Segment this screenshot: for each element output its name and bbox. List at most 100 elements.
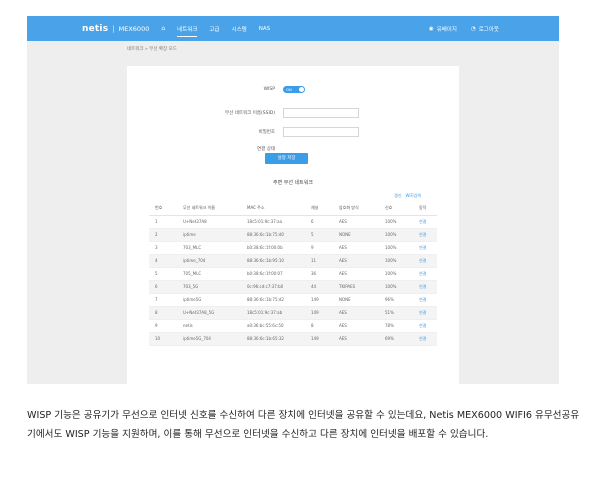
wisp-row: WISP ON [217, 86, 305, 93]
row-mac: 88:36:6c:1b:75:d0 [241, 228, 305, 242]
row-number: 2 [149, 228, 177, 242]
row-ssid: 703_MLC [177, 241, 241, 255]
row-ssid: 705_MLC [177, 267, 241, 281]
row-channel: 149 [305, 306, 333, 320]
connect-link[interactable]: 연결 [413, 280, 437, 294]
home-icon[interactable]: ⌂ [161, 25, 165, 32]
col-channel: 채널 [305, 202, 333, 216]
table-row: 6 703_5G 0c:96:cd:c7:37:b0 44 TKIPAES 100% 연결 [149, 280, 437, 294]
table-row: 3 703_MLC b0:38:6c:1f:00:0b 9 AES 100% 연결 [149, 241, 437, 255]
row-ssid: iptime [177, 228, 241, 242]
logo-separator: | [112, 24, 115, 33]
status-row: 연결 상태 [217, 146, 283, 152]
row-channel: 36 [305, 267, 333, 281]
row-mac: b0:38:6c:1f:00:0b [241, 241, 305, 255]
row-encryption: AES [333, 215, 379, 229]
col-mac: MAC 주소 [241, 202, 305, 216]
row-mac: 88:36:6c:1b:75:d2 [241, 293, 305, 307]
table-row: 7 iptime5G 88:36:6c:1b:75:d2 149 NONE 96% 연결 [149, 293, 437, 307]
user-menu[interactable]: ◉ 유배이지 [429, 25, 457, 33]
password-input[interactable] [283, 127, 359, 137]
row-mac: b0:38:6c:1f:00:07 [241, 267, 305, 281]
table-row: 8 U+Net37A8_5G 18c5:01:9c:37:ab 149 AES 51% 연결 [149, 306, 437, 320]
ssid-label: 무선 네트워크 이름(SSID) [225, 111, 275, 116]
scan-actions: 갱신 WiFi검색 [394, 193, 421, 199]
connect-link[interactable]: 연결 [413, 241, 437, 255]
row-number: 3 [149, 241, 177, 255]
connect-link[interactable]: 연결 [413, 306, 437, 320]
row-signal: 96% [379, 293, 413, 307]
connect-link[interactable]: 연결 [413, 319, 437, 333]
row-signal: 100% [379, 228, 413, 242]
row-signal: 100% [379, 254, 413, 268]
password-row: 비밀번호 [217, 127, 359, 137]
nav-system[interactable]: 시스템 [232, 25, 247, 33]
col-number: 번호 [149, 202, 177, 216]
col-encryption: 암호화 방식 [333, 202, 379, 216]
ssid-row: 무선 네트워크 이름(SSID) [217, 108, 359, 118]
ssid-input[interactable] [283, 108, 359, 118]
row-channel: 5 [305, 228, 333, 242]
row-encryption: AES [333, 332, 379, 346]
account-nav: ◉ 유배이지 ◔ 로그아웃 [429, 25, 499, 33]
row-encryption: AES [333, 267, 379, 281]
row-mac: 0c:96:cd:c7:37:b0 [241, 280, 305, 294]
row-mac: 18c5:01:9c:37:ab [241, 306, 305, 320]
row-encryption: AES [333, 254, 379, 268]
router-admin-screenshot: netis | MEX6000 ⌂ 네트워크 고급 시스템 NAS ◉ 유배이지… [27, 16, 559, 384]
table-row: 2 iptime 88:36:6c:1b:75:d0 5 NONE 100% 연결 [149, 228, 437, 242]
wisp-toggle-text: ON [286, 87, 292, 92]
row-number: 5 [149, 267, 177, 281]
col-action: 동작 [413, 202, 437, 216]
row-ssid: U+Net37A8_5G [177, 306, 241, 320]
row-number: 10 [149, 332, 177, 346]
connect-link[interactable]: 연결 [413, 293, 437, 307]
row-channel: 44 [305, 280, 333, 294]
row-encryption: AES [333, 241, 379, 255]
row-ssid: iptime5G_704 [177, 332, 241, 346]
connect-link[interactable]: 연결 [413, 332, 437, 346]
user-label: 유배이지 [436, 26, 457, 33]
table-row: 4 iptime_704 88:36:6c:1b:95:10 11 AES 100% 연결 [149, 254, 437, 268]
user-icon: ◉ [428, 25, 434, 32]
refresh-link[interactable]: 갱신 [394, 193, 401, 199]
row-channel: 6 [305, 215, 333, 229]
row-signal: 100% [379, 215, 413, 229]
row-number: 8 [149, 306, 177, 320]
logout-label: 로그아웃 [478, 26, 499, 33]
col-ssid: 무선 네트워크 이름 [177, 202, 241, 216]
row-signal: 78% [379, 319, 413, 333]
row-signal: 69% [379, 332, 413, 346]
connect-link[interactable]: 연결 [413, 215, 437, 229]
wisp-toggle[interactable]: ON [283, 86, 305, 93]
table-row: 9 netis a0:36:bc:55:6c:50 8 AES 78% 연결 [149, 319, 437, 333]
table-row: 1 U+Net37A8 18c5:01:9c:37:aa 6 AES 100% 연결 [149, 215, 437, 229]
table-row: 10 iptime5G_704 88:36:6c:1b:65:32 149 AES 69%… [149, 332, 437, 346]
article-paragraph: WISP 기능은 공유기가 무선으로 인터넷 신호를 수신하여 다른 장치에 인… [27, 410, 580, 440]
row-ssid: iptime_704 [177, 254, 241, 268]
nav-network[interactable]: 네트워크 [177, 25, 198, 37]
wifi-scan-link[interactable]: WiFi검색 [406, 193, 421, 199]
wisp-label: WISP [263, 87, 275, 92]
toggle-knob [299, 87, 304, 92]
row-number: 1 [149, 215, 177, 229]
row-ssid: 703_5G [177, 280, 241, 294]
row-signal: 100% [379, 267, 413, 281]
row-channel: 11 [305, 254, 333, 268]
logout-button[interactable]: ◔ 로그아웃 [471, 25, 499, 33]
nav-nas[interactable]: NAS [259, 26, 270, 32]
row-ssid: U+Net37A8 [177, 215, 241, 229]
col-signal: 신호 [379, 202, 413, 216]
connect-link[interactable]: 연결 [413, 267, 437, 281]
connect-link[interactable]: 연결 [413, 254, 437, 268]
save-settings-button[interactable]: 설정 저장 [265, 153, 308, 164]
nav-advanced[interactable]: 고급 [209, 25, 219, 33]
row-number: 6 [149, 280, 177, 294]
row-encryption: NONE [333, 228, 379, 242]
row-number: 9 [149, 319, 177, 333]
row-channel: 149 [305, 293, 333, 307]
row-channel: 8 [305, 319, 333, 333]
nearby-networks-title: 주변 무선 네트워크 [273, 180, 313, 186]
connect-link[interactable]: 연결 [413, 228, 437, 242]
row-encryption: TKIPAES [333, 280, 379, 294]
